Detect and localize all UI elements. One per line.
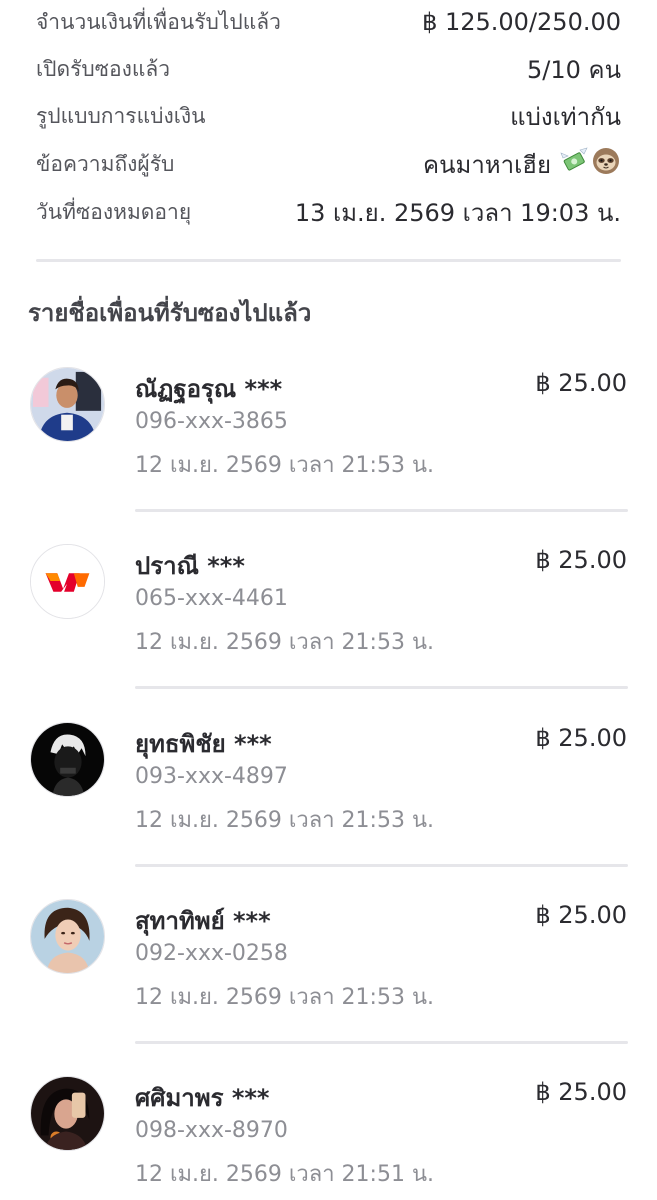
recipient-row[interactable]: ยุทธพิชัย *** ฿ 25.00 093-xxx-4897 12 เม…: [0, 722, 657, 882]
recipient-name: ศศิมาพร ***: [135, 1084, 270, 1112]
row-divider: [135, 509, 628, 512]
summary-divider: [36, 259, 621, 262]
amount-value: ฿ 125.00/250.00: [422, 8, 621, 36]
recipient-phone: 092-xxx-0258: [135, 941, 288, 966]
expiry-value: 13 เม.ย. 2569 เวลา 19:03 น.: [294, 198, 621, 227]
recipient-time: 12 เม.ย. 2569 เวลา 21:51 น.: [135, 1162, 434, 1187]
split-value: แบ่งเท่ากัน: [510, 102, 621, 131]
recipient-amount: ฿ 25.00: [535, 546, 627, 574]
row-divider: [135, 1041, 628, 1044]
amount-label: จำนวนเงินที่เพื่อนรับไปแล้ว: [36, 9, 281, 34]
angpao-detail-page: จำนวนเงินที่เพื่อนรับไปแล้ว ฿ 125.00/250…: [0, 0, 657, 1200]
summary-row-opened: เปิดรับซองแล้ว 5/10 คน: [36, 49, 621, 89]
summary-row-message: ข้อความถึงผู้รับ คนมาหาเฮีย: [36, 144, 621, 184]
recipient-row[interactable]: ปราณี *** ฿ 25.00 065-xxx-4461 12 เม.ย. …: [0, 544, 657, 704]
recipient-name: สุทาทิพย์ ***: [135, 907, 271, 935]
truemoney-logo-icon: [30, 544, 105, 619]
recipient-amount: ฿ 25.00: [535, 724, 627, 752]
recipient-time: 12 เม.ย. 2569 เวลา 21:53 น.: [135, 453, 434, 478]
recipient-time: 12 เม.ย. 2569 เวลา 21:53 น.: [135, 985, 434, 1010]
message-value-wrap: คนมาหาเฮีย: [423, 145, 621, 184]
expiry-label: วันที่ซองหมดอายุ: [36, 199, 192, 224]
message-label: ข้อความถึงผู้รับ: [36, 151, 175, 176]
opened-value: 5/10 คน: [527, 55, 621, 84]
recipient-time: 12 เม.ย. 2569 เวลา 21:53 น.: [135, 808, 434, 833]
recipients-section-title: รายชื่อเพื่อนที่รับซองไปแล้ว: [28, 299, 312, 327]
row-divider: [135, 686, 628, 689]
sloth-icon: [591, 146, 621, 182]
recipient-phone: 093-xxx-4897: [135, 764, 288, 789]
recipient-row[interactable]: ณัฏฐอรุณ *** ฿ 25.00 096-xxx-3865 12 เม.…: [0, 367, 657, 527]
message-value: คนมาหาเฮีย: [423, 150, 551, 179]
recipient-phone: 096-xxx-3865: [135, 409, 288, 434]
recipient-name: ปราณี ***: [135, 552, 245, 580]
avatar: [30, 367, 105, 442]
row-divider: [135, 864, 628, 867]
avatar: [30, 722, 105, 797]
avatar: [30, 899, 105, 974]
split-label: รูปแบบการแบ่งเงิน: [36, 103, 206, 128]
avatar: [30, 1076, 105, 1151]
recipient-time: 12 เม.ย. 2569 เวลา 21:53 น.: [135, 630, 434, 655]
recipient-name: ยุทธพิชัย ***: [135, 730, 272, 758]
recipient-row[interactable]: สุทาทิพย์ *** ฿ 25.00 092-xxx-0258 12 เม…: [0, 899, 657, 1059]
summary-row-expiry: วันที่ซองหมดอายุ 13 เม.ย. 2569 เวลา 19:0…: [36, 192, 621, 232]
money-with-wings-icon: [559, 147, 589, 181]
recipient-phone: 098-xxx-8970: [135, 1118, 288, 1143]
recipient-phone: 065-xxx-4461: [135, 586, 288, 611]
summary-row-split: รูปแบบการแบ่งเงิน แบ่งเท่ากัน: [36, 96, 621, 136]
recipient-name: ณัฏฐอรุณ ***: [135, 375, 283, 403]
recipient-amount: ฿ 25.00: [535, 369, 627, 397]
recipient-amount: ฿ 25.00: [535, 1078, 627, 1106]
recipient-row[interactable]: ศศิมาพร *** ฿ 25.00 098-xxx-8970 12 เม.ย…: [0, 1076, 657, 1200]
message-emojis: [559, 146, 621, 182]
recipient-amount: ฿ 25.00: [535, 901, 627, 929]
summary-row-amount: จำนวนเงินที่เพื่อนรับไปแล้ว ฿ 125.00/250…: [36, 2, 621, 42]
opened-label: เปิดรับซองแล้ว: [36, 56, 171, 81]
